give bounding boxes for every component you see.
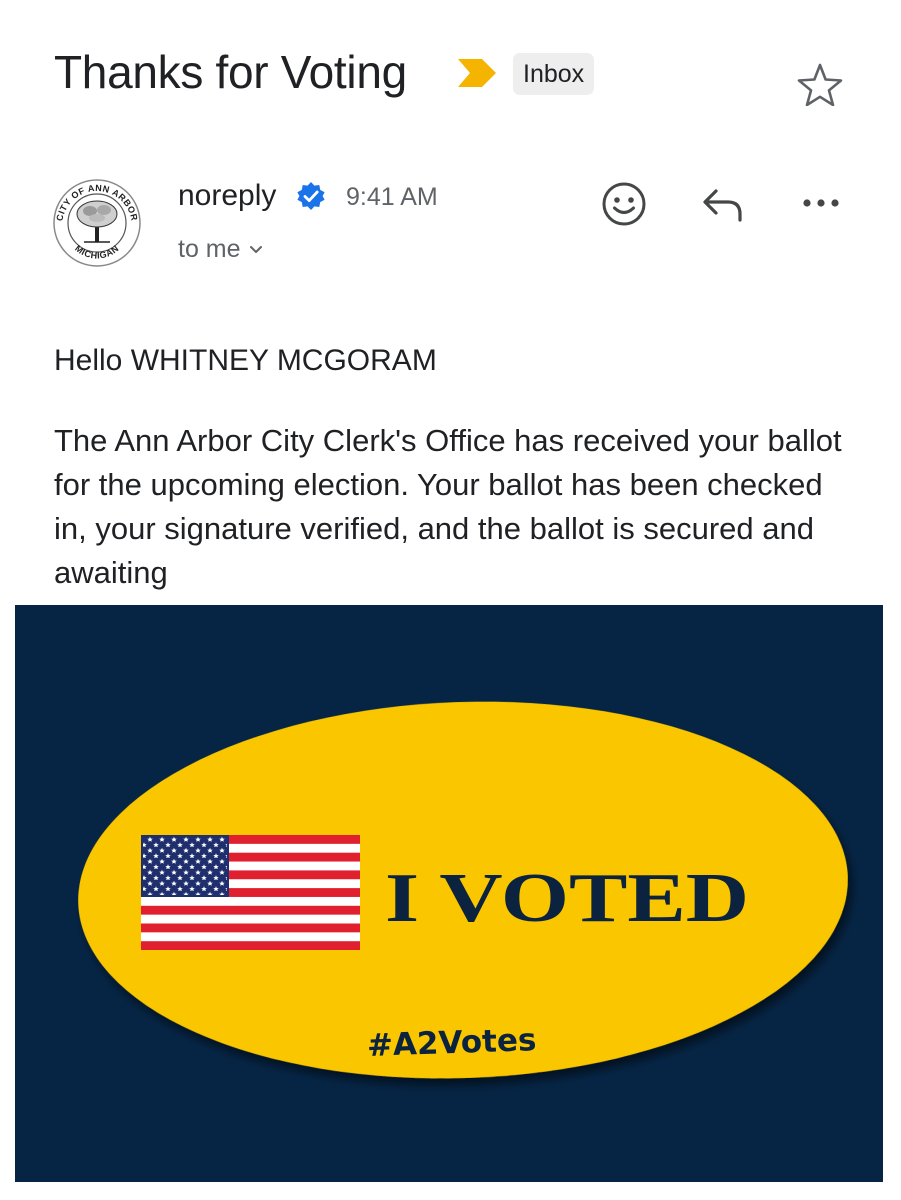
more-options-icon[interactable] (798, 192, 844, 214)
recipient-details-toggle[interactable]: to me (178, 232, 263, 266)
reply-icon[interactable] (700, 185, 746, 225)
label-chip-inbox[interactable]: Inbox (513, 53, 595, 95)
american-flag-icon (141, 835, 360, 950)
hashtag-text: #A2Votes (366, 1022, 537, 1064)
email-body-text: The Ann Arbor City Clerk's Office has re… (54, 423, 842, 590)
importance-marker-icon[interactable] (456, 57, 498, 89)
email-subject: Thanks for Voting (54, 46, 407, 98)
email-greeting: Hello WHITNEY MCGORAM (54, 344, 437, 377)
star-icon[interactable] (796, 62, 844, 106)
recipient-text: to me (178, 235, 241, 263)
i-voted-headline: I VOTED (385, 860, 749, 937)
verified-badge-icon (297, 182, 325, 210)
i-voted-sticker: I VOTED #A2Votes (78, 701, 848, 1079)
chevron-down-icon (249, 246, 262, 254)
email-time: 9:41 AM (346, 183, 438, 211)
sender-avatar[interactable]: CITY OF ANN ARBOR MICHIGAN (52, 178, 142, 268)
i-voted-banner-image: I VOTED #A2Votes (15, 605, 883, 1182)
sender-name[interactable]: noreply (178, 176, 276, 216)
add-reaction-icon[interactable] (600, 180, 648, 228)
